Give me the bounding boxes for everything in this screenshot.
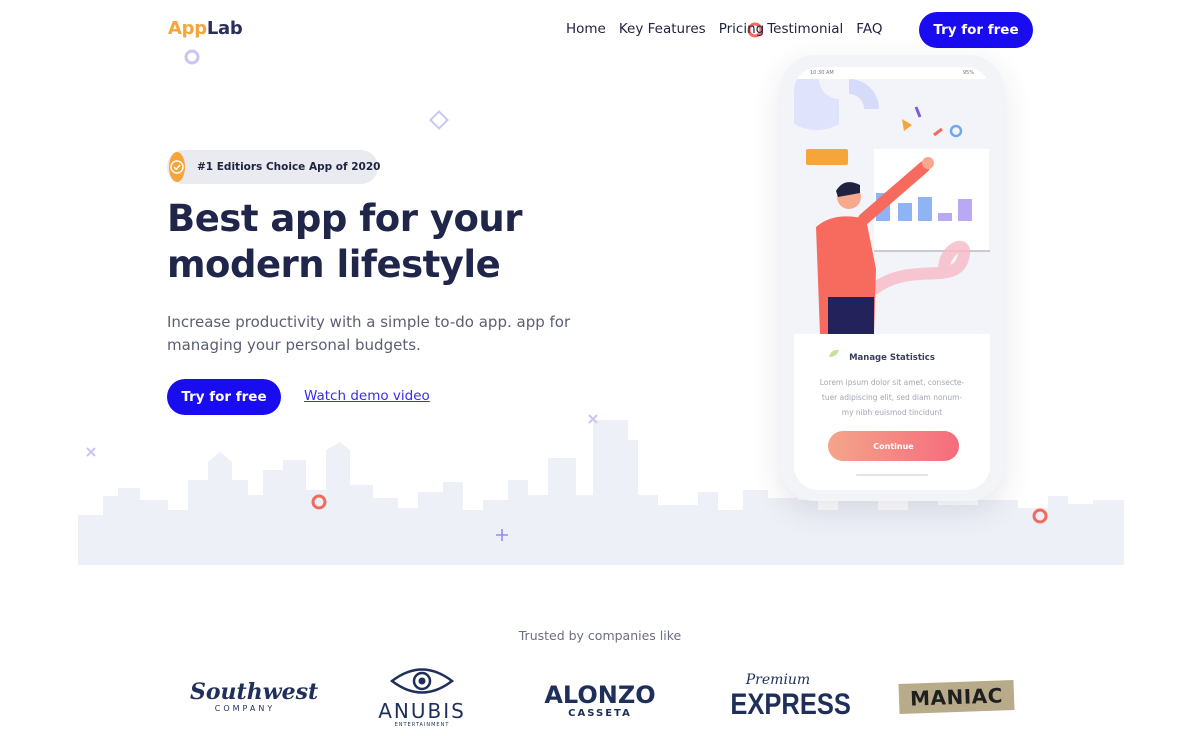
editors-choice-badge: #1 Editiors Choice App of 2020 [167, 150, 381, 184]
logo-alonzo-name: ALONZO [544, 681, 656, 709]
nav-testimonial[interactable]: Testimonial [767, 21, 843, 37]
logo-express-name: EXPRESS [730, 688, 851, 721]
logo-southwest-sub: COMPANY [214, 704, 276, 713]
nav-key-features[interactable]: Key Features [619, 21, 706, 37]
cross-decoration-icon [588, 414, 598, 424]
logo-alonzo: ALONZO CASSETA [538, 682, 662, 719]
card-description: Lorem ipsum dolor sit amet, consecte- tu… [808, 375, 976, 420]
eye-icon [389, 668, 455, 694]
logo-southwest: Southwest COMPANY [190, 679, 319, 713]
logo-maniac-name: MANIAC [909, 683, 1004, 711]
home-indicator [856, 474, 928, 476]
hero-title-line1: Best app for your [167, 197, 522, 240]
status-time: 10:30 AM [810, 70, 834, 76]
ring-decoration-icon [184, 49, 200, 65]
brand-logo-part2: Lab [206, 18, 243, 39]
ring-decoration-icon [311, 494, 327, 510]
logo-southwest-name: Southwest [190, 679, 319, 705]
brand-logo-part1: App [168, 18, 207, 39]
continue-button[interactable]: Continue [828, 431, 959, 461]
nav-home[interactable]: Home [566, 21, 606, 37]
hero-subtitle: Increase productivity with a simple to-d… [167, 313, 571, 354]
logo-express-sub: Premium [745, 672, 811, 688]
brand-logo[interactable]: AppLab [168, 18, 243, 39]
hero-title-line2: modern lifestyle [167, 243, 501, 286]
hero-try-free-button[interactable]: Try for free [167, 379, 281, 415]
logo-anubis: ANUBIS ENTERTAINMENT [370, 666, 474, 728]
logo-alonzo-sub: CASSETA [568, 708, 632, 719]
logo-express: Premium EXPRESS [722, 672, 851, 722]
nav-try-free-button[interactable]: Try for free [919, 12, 1033, 48]
status-battery: 95% [962, 70, 974, 76]
plus-decoration-icon [496, 529, 508, 541]
card-title: Manage Statistics [849, 353, 935, 363]
cross-decoration-icon [86, 447, 96, 457]
card-description-line2: tuer adipiscing elit, sed diam nonum- [821, 393, 963, 402]
badge-text: #1 Editiors Choice App of 2020 [197, 161, 381, 173]
main-nav: Home Key Features Pricing Testimonial FA… [566, 21, 895, 37]
ring-decoration-icon [1032, 508, 1048, 524]
statistics-illustration [794, 79, 990, 334]
hero-title: Best app for your modern lifestyle [167, 196, 587, 288]
watch-demo-link[interactable]: Watch demo video [304, 388, 430, 404]
logo-anubis-name: ANUBIS [378, 699, 466, 723]
logo-maniac: MANIAC [898, 680, 1015, 714]
phone-screen: 10:30 AM 95% Manage Statistics Lorem ips… [794, 67, 990, 490]
diamond-decoration-icon [429, 110, 449, 130]
card-description-line1: Lorem ipsum dolor sit amet, consecte- [819, 378, 965, 387]
nav-pricing[interactable]: Pricing [719, 21, 765, 37]
check-badge-icon [169, 152, 185, 182]
nav-faq[interactable]: FAQ [856, 21, 882, 37]
card-description-line3: my nibh euismod tincidunt [841, 408, 943, 417]
trusted-heading: Trusted by companies like [518, 628, 682, 643]
